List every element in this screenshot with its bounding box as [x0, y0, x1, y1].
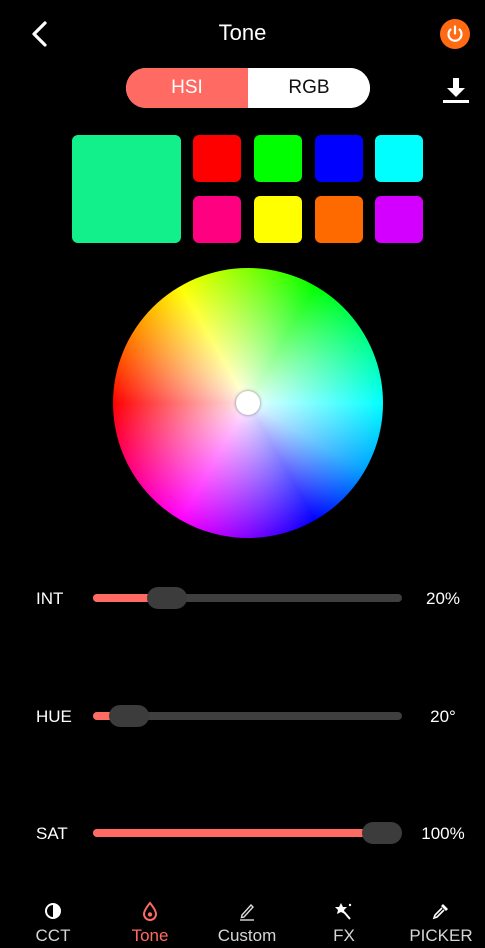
- hue-value: 20°: [430, 707, 456, 726]
- sat-value: 100%: [421, 824, 465, 843]
- bottom-tab-bar: CCT Tone Custom FX PICKER: [0, 895, 485, 948]
- current-color-preview: [72, 135, 181, 243]
- hue-slider[interactable]: [93, 705, 402, 727]
- rgb-tab[interactable]: RGB: [248, 68, 370, 108]
- half-circle-icon: [45, 903, 61, 919]
- preset-swatch-red[interactable]: [193, 135, 241, 182]
- color-wheel-handle[interactable]: [236, 391, 260, 415]
- int-label: INT: [36, 589, 64, 608]
- hue-label: HUE: [36, 707, 72, 726]
- tab-custom[interactable]: Custom: [202, 895, 292, 948]
- tab-cct[interactable]: CCT: [8, 895, 98, 948]
- int-value: 20%: [425, 589, 461, 608]
- tab-picker-label: PICKER: [409, 926, 473, 945]
- sat-slider[interactable]: [93, 822, 402, 844]
- hue-slider-thumb[interactable]: [109, 705, 150, 727]
- int-slider-thumb[interactable]: [146, 587, 187, 609]
- drop-icon: [142, 901, 158, 921]
- preset-swatch-orange[interactable]: [315, 196, 363, 243]
- power-button[interactable]: [440, 19, 470, 49]
- hsi-tab[interactable]: HSI: [126, 68, 248, 108]
- preset-swatch-green[interactable]: [254, 135, 302, 182]
- tab-picker[interactable]: PICKER: [396, 895, 485, 948]
- preset-swatch-blue[interactable]: [315, 135, 363, 182]
- tab-custom-label: Custom: [217, 926, 277, 945]
- tab-cct-label: CCT: [35, 926, 71, 945]
- magic-wand-icon: [335, 903, 352, 920]
- sat-slider-fill: [93, 829, 382, 837]
- download-icon[interactable]: [440, 76, 472, 104]
- pencil-icon: [240, 903, 254, 921]
- preset-swatch-pink[interactable]: [193, 196, 241, 243]
- tab-tone-label: Tone: [131, 926, 169, 945]
- power-icon: [447, 25, 463, 42]
- header-bar: Tone: [0, 0, 485, 70]
- sat-slider-thumb[interactable]: [362, 822, 402, 844]
- eyedropper-icon: [432, 904, 448, 920]
- preset-swatch-cyan[interactable]: [375, 135, 423, 182]
- tab-fx[interactable]: FX: [299, 895, 389, 948]
- int-slider[interactable]: [93, 587, 402, 609]
- tab-fx-label: FX: [333, 926, 355, 945]
- sat-label: SAT: [36, 824, 68, 843]
- mode-toggle: HSI RGB: [126, 68, 370, 108]
- page-title: Tone: [218, 20, 267, 45]
- preset-swatch-purple[interactable]: [375, 196, 423, 243]
- tab-tone[interactable]: Tone: [105, 895, 195, 948]
- color-wheel[interactable]: [113, 268, 383, 538]
- preset-swatch-yellow[interactable]: [254, 196, 302, 243]
